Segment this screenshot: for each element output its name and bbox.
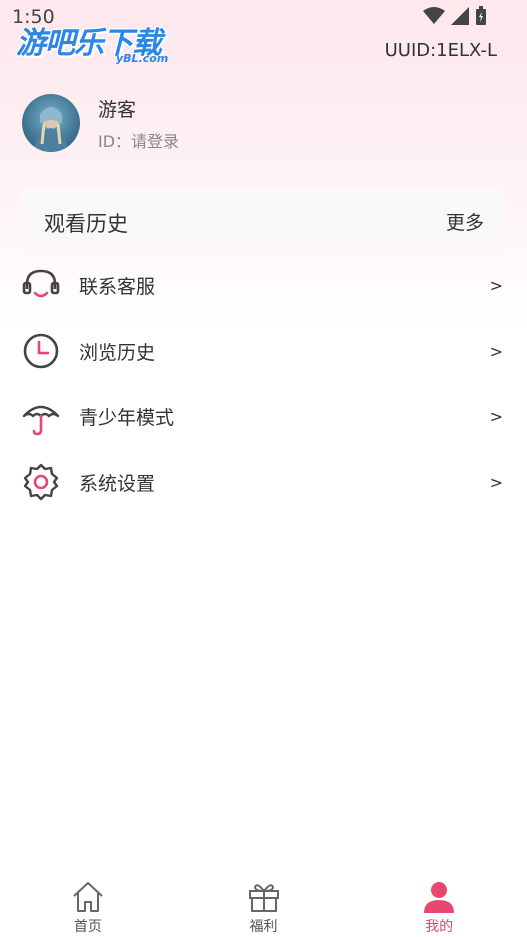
menu-item-browse-history[interactable]: 浏览历史 > xyxy=(0,319,527,385)
profile-section[interactable]: 游客 ID：请登录 xyxy=(22,94,179,152)
chevron-right-icon: > xyxy=(489,276,503,296)
avatar[interactable] xyxy=(22,94,80,152)
wifi-icon xyxy=(423,7,445,24)
watch-history-title: 观看历史 xyxy=(44,212,128,236)
watch-history-more-link[interactable]: 更多 xyxy=(446,208,484,235)
chevron-right-icon: > xyxy=(489,341,503,361)
menu-item-label: 浏览历史 xyxy=(79,341,156,364)
user-id[interactable]: ID：请登录 xyxy=(98,128,179,152)
bottom-tab-bar: 首页 福利 我的 xyxy=(0,872,527,937)
tab-label: 我的 xyxy=(425,919,454,935)
menu-item-system-settings[interactable]: 系统设置 > xyxy=(0,450,527,516)
tab-home[interactable]: 首页 xyxy=(0,872,176,937)
menu-item-label: 系统设置 xyxy=(79,472,156,495)
chevron-right-icon: > xyxy=(489,407,503,427)
gift-icon xyxy=(248,884,279,912)
status-icons xyxy=(423,6,487,26)
user-icon xyxy=(424,882,455,913)
clock-icon xyxy=(23,333,59,369)
watch-history-card: 观看历史 更多 xyxy=(20,188,506,254)
logo-subtext: yBL.com xyxy=(116,52,169,65)
menu-item-label: 联系客服 xyxy=(79,276,156,299)
tab-label: 首页 xyxy=(73,919,102,935)
profile-text: 游客 ID：请登录 xyxy=(98,95,179,152)
signal-icon xyxy=(451,7,469,25)
avatar-image xyxy=(34,107,68,152)
tab-label: 福利 xyxy=(249,919,278,935)
tab-mine[interactable]: 我的 xyxy=(351,872,527,937)
battery-icon xyxy=(476,6,486,25)
menu-item-label: 青少年模式 xyxy=(79,407,175,430)
tab-welfare[interactable]: 福利 xyxy=(176,872,352,937)
gear-icon xyxy=(23,464,59,501)
menu-item-contact-support[interactable]: 联系客服 > xyxy=(0,253,527,319)
home-icon xyxy=(73,882,103,912)
username: 游客 xyxy=(98,98,137,121)
menu-list: 联系客服 > 浏览历史 > 青少年模式 > 系统设置 > xyxy=(0,253,527,515)
uuid-label: UUID:1ELX-L xyxy=(384,40,497,61)
app-logo: 游吧乐下载 yBL.com xyxy=(16,18,186,66)
headset-icon xyxy=(22,269,60,298)
chevron-right-icon: > xyxy=(489,472,503,492)
menu-item-teen-mode[interactable]: 青少年模式 > xyxy=(0,384,527,450)
umbrella-icon xyxy=(22,405,60,436)
